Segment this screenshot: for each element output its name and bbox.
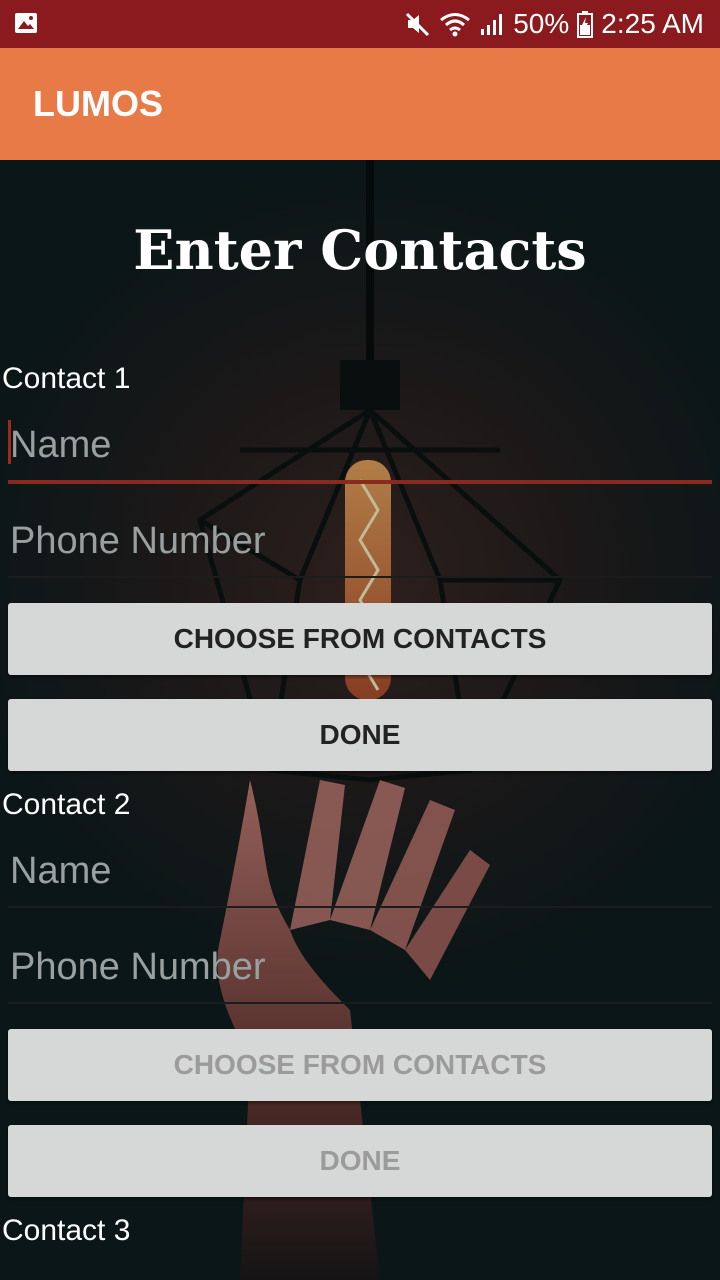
- wifi-icon: [440, 13, 471, 37]
- page-title: Enter Contacts: [133, 218, 587, 282]
- contact-2-choose-button[interactable]: CHOOSE FROM CONTACTS: [8, 1029, 712, 1101]
- contact-2-name-field[interactable]: Name: [8, 834, 712, 908]
- battery-percent: 50%: [513, 8, 570, 39]
- mute-icon: [406, 12, 430, 37]
- contact-1-phone-placeholder: Phone Number: [10, 520, 266, 562]
- contact-1-label: Contact 1: [2, 362, 131, 395]
- clock: 2:25 AM: [601, 8, 704, 39]
- contact-2-phone-field[interactable]: Phone Number: [8, 930, 712, 1004]
- signal-icon: [481, 14, 503, 35]
- contact-1-name-placeholder: Name: [10, 424, 112, 466]
- app-bar: LUMOS: [0, 48, 720, 160]
- gallery-icon: [15, 13, 37, 33]
- contact-2-done-button[interactable]: DONE: [8, 1125, 712, 1197]
- contact-2-label: Contact 2: [2, 788, 131, 821]
- screen: 50% 2:25 AM LUMOS Enter Contacts Contact…: [0, 0, 720, 1280]
- status-bar: 50% 2:25 AM: [0, 0, 720, 48]
- contact-3-label: Contact 3: [2, 1214, 131, 1247]
- contact-1-choose-button[interactable]: CHOOSE FROM CONTACTS: [8, 603, 712, 675]
- contact-1-phone-field[interactable]: Phone Number: [8, 504, 712, 578]
- app-title: LUMOS: [33, 83, 163, 124]
- battery-icon: [577, 11, 594, 38]
- contact-1-name-field[interactable]: Name: [8, 408, 712, 484]
- contact-2-phone-placeholder: Phone Number: [10, 946, 266, 988]
- contact-2-name-placeholder: Name: [10, 850, 112, 892]
- contact-1-done-button[interactable]: DONE: [8, 699, 712, 771]
